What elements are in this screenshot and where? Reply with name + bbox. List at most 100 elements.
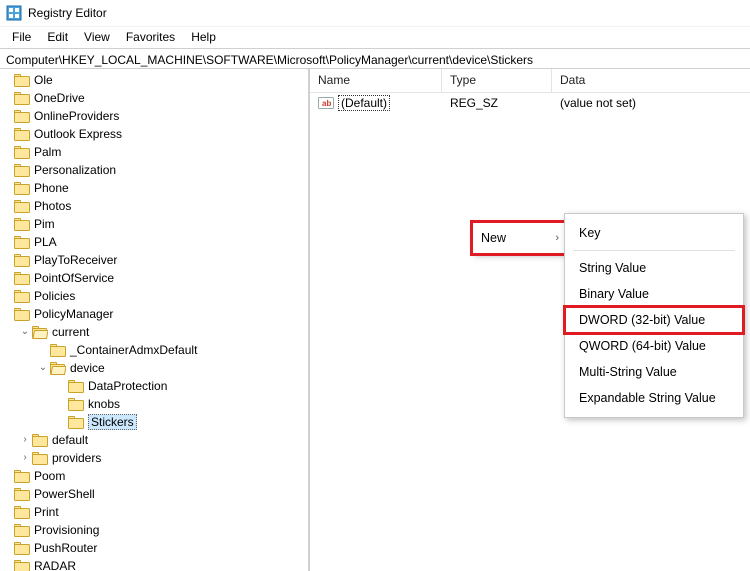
folder-icon [32, 451, 48, 465]
menu-file[interactable]: File [4, 28, 39, 46]
tree-label: OneDrive [34, 91, 85, 105]
chevron-right-icon[interactable]: › [18, 452, 32, 463]
tree-label: OnlineProviders [34, 109, 119, 123]
folder-icon [14, 523, 30, 537]
folder-icon [14, 109, 30, 123]
tree-item[interactable]: › providers [0, 449, 308, 467]
folder-icon [14, 217, 30, 231]
tree-item[interactable]: DataProtection [0, 377, 308, 395]
ctx-sub-item-label: Multi-String Value [579, 365, 677, 379]
folder-icon [68, 415, 84, 429]
col-data[interactable]: Data [552, 69, 750, 92]
tree-label: Policies [34, 289, 75, 303]
ctx-sub-item-label: DWORD (32-bit) Value [579, 313, 705, 327]
tree-item[interactable]: Photos [0, 197, 308, 215]
tree-item[interactable]: ⌄ current [0, 323, 308, 341]
content-area: Ole OneDrive OnlineProviders Outlook Expres… [0, 69, 750, 571]
tree-label: Personalization [34, 163, 116, 177]
ctx-new-item[interactable]: New › [473, 223, 567, 253]
tree-item[interactable]: PushRouter [0, 539, 308, 557]
chevron-right-icon: › [555, 232, 559, 244]
tree-label: current [52, 325, 89, 339]
tree-label: knobs [88, 397, 120, 411]
folder-icon [14, 253, 30, 267]
tree-label: Print [34, 505, 59, 519]
window-title: Registry Editor [28, 6, 107, 20]
tree-item[interactable]: RADAR [0, 557, 308, 571]
folder-icon [14, 235, 30, 249]
address-bar[interactable]: Computer\HKEY_LOCAL_MACHINE\SOFTWARE\Mic… [0, 48, 750, 69]
tree-item[interactable]: Policies [0, 287, 308, 305]
ctx-sub-item[interactable]: Key [565, 220, 743, 246]
folder-icon [14, 289, 30, 303]
tree-item[interactable]: ⌄device [0, 359, 308, 377]
tree-label: RADAR [34, 559, 76, 571]
context-submenu-new[interactable]: Key String Value Binary Value DWORD (32-bit… [564, 213, 744, 418]
tree-item[interactable]: Outlook Express [0, 125, 308, 143]
tree-label: PLA [34, 235, 57, 249]
tree-item[interactable]: Pim [0, 215, 308, 233]
tree-label: DataProtection [88, 379, 167, 393]
folder-icon [14, 181, 30, 195]
tree-item[interactable]: Stickers [0, 413, 308, 431]
chevron-right-icon[interactable]: › [18, 434, 32, 445]
folder-icon [14, 307, 30, 321]
ctx-sub-item[interactable]: DWORD (32-bit) Value [565, 307, 743, 333]
tree-item[interactable]: Print [0, 503, 308, 521]
tree-label: PolicyManager [34, 307, 113, 321]
ctx-sub-item-label: QWORD (64-bit) Value [579, 339, 706, 353]
tree-item[interactable]: knobs [0, 395, 308, 413]
folder-icon [14, 469, 30, 483]
ctx-sub-item[interactable]: Multi-String Value [565, 359, 743, 385]
folder-icon [14, 91, 30, 105]
ctx-sub-item[interactable]: Binary Value [565, 281, 743, 307]
list-row[interactable]: ab (Default) REG_SZ (value not set) [310, 93, 750, 113]
tree-label: providers [52, 451, 101, 465]
ctx-sub-item-label: Key [579, 226, 601, 240]
ctx-sub-item-label: Binary Value [579, 287, 649, 301]
folder-icon [14, 559, 30, 571]
ctx-sub-item[interactable]: String Value [565, 255, 743, 281]
menu-help[interactable]: Help [183, 28, 224, 46]
tree-item[interactable]: PolicyManager [0, 305, 308, 323]
folder-icon [14, 271, 30, 285]
ctx-sub-item[interactable]: Expandable String Value [565, 385, 743, 411]
folder-icon [14, 199, 30, 213]
folder-icon [14, 163, 30, 177]
regedit-app-icon [6, 5, 22, 21]
menu-edit[interactable]: Edit [39, 28, 76, 46]
menu-view[interactable]: View [76, 28, 118, 46]
tree-item[interactable]: ›default [0, 431, 308, 449]
tree-label: Poom [34, 469, 65, 483]
tree-item[interactable]: Poom [0, 467, 308, 485]
tree-item[interactable]: Palm [0, 143, 308, 161]
tree-label: Outlook Express [34, 127, 122, 141]
tree-item[interactable]: PLA [0, 233, 308, 251]
tree-item[interactable]: PlayToReceiver [0, 251, 308, 269]
col-type[interactable]: Type [442, 69, 552, 92]
ctx-sub-item[interactable]: QWORD (64-bit) Value [565, 333, 743, 359]
tree-item[interactable]: Ole [0, 71, 308, 89]
tree-item[interactable]: OnlineProviders [0, 107, 308, 125]
tree-pane[interactable]: Ole OneDrive OnlineProviders Outlook Expres… [0, 69, 310, 571]
tree-item[interactable]: PowerShell [0, 485, 308, 503]
folder-icon [14, 487, 30, 501]
tree-item[interactable]: Personalization [0, 161, 308, 179]
chevron-down-icon[interactable]: ⌄ [18, 326, 32, 337]
folder-icon [68, 397, 84, 411]
tree-item[interactable]: Provisioning [0, 521, 308, 539]
list-columns: Name Type Data [310, 69, 750, 93]
context-menu-new[interactable]: New › [472, 222, 568, 254]
tree-label: Ole [34, 73, 53, 87]
col-name[interactable]: Name [310, 69, 442, 92]
folder-icon [68, 379, 84, 393]
tree-label: Photos [34, 199, 71, 213]
tree-item[interactable]: OneDrive [0, 89, 308, 107]
tree-item[interactable]: PointOfService [0, 269, 308, 287]
menu-favorites[interactable]: Favorites [118, 28, 183, 46]
tree-item[interactable]: _ContainerAdmxDefault [0, 341, 308, 359]
tree-item[interactable]: Phone [0, 179, 308, 197]
chevron-down-icon[interactable]: ⌄ [36, 362, 50, 373]
list-pane: Name Type Data ab (Default) REG_SZ (valu… [310, 69, 750, 571]
folder-icon [14, 73, 30, 87]
